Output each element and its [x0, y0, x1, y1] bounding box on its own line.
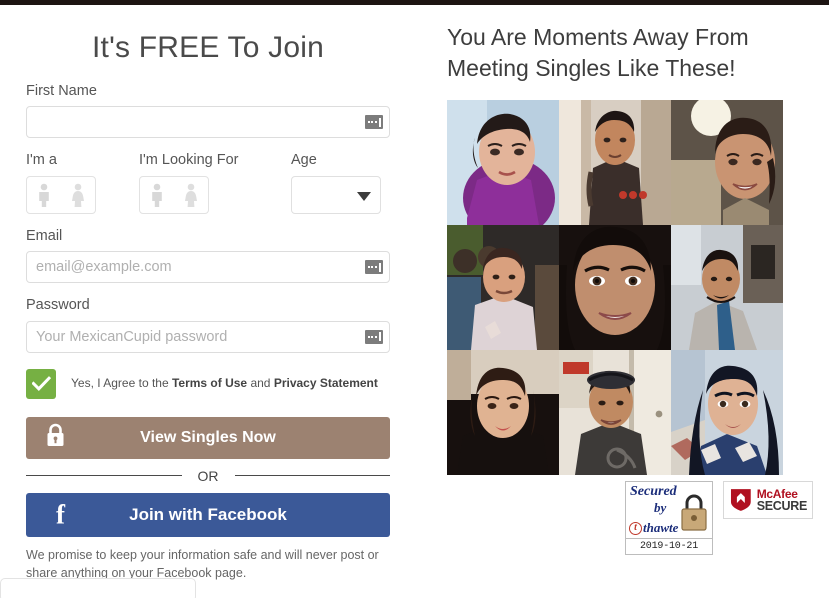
email-group: Email	[26, 227, 390, 284]
first-name-label: First Name	[26, 83, 97, 99]
gender-seeking-group: I'm Looking For	[139, 152, 291, 214]
privacy-promise-text: We promise to keep your information safe…	[26, 547, 379, 580]
agreement-row: Yes, I Agree to the Terms of Use and Pri…	[26, 368, 390, 399]
member-photo-4[interactable]	[447, 225, 559, 351]
male-silhouette-icon	[39, 183, 49, 207]
email-input-wrap	[26, 251, 390, 284]
view-singles-now-label: View Singles Now	[140, 428, 276, 446]
gender-self-group: I'm a	[26, 152, 139, 214]
thawte-by-text: by	[654, 500, 667, 515]
gender-seeking-toggle[interactable]	[139, 175, 209, 214]
first-name-input[interactable]	[26, 106, 390, 139]
agreement-middle: and	[247, 375, 274, 390]
or-divider: OR	[26, 459, 390, 493]
gender-seeking-male-option[interactable]	[140, 177, 174, 213]
member-photo-5[interactable]	[559, 225, 671, 351]
age-label: Age	[291, 152, 317, 169]
female-silhouette-icon	[185, 183, 197, 207]
gender-self-female-option[interactable]	[61, 177, 95, 213]
autofill-icon[interactable]	[365, 115, 383, 130]
gender-seeking-label: I'm Looking For	[139, 152, 239, 169]
age-group: Age	[291, 152, 386, 214]
gender-self-label: I'm a	[26, 152, 57, 169]
gender-self-male-option[interactable]	[27, 177, 61, 213]
age-select-wrap	[291, 175, 381, 214]
bottom-partial-panel	[0, 578, 196, 598]
email-input[interactable]	[26, 251, 390, 284]
thawte-brand-name: thawte	[643, 520, 679, 535]
divider-label: OR	[197, 467, 219, 484]
member-photo-3[interactable]	[671, 100, 783, 226]
thawte-badge-top: Secured by t thawte	[626, 482, 712, 538]
thawte-date: 2019-10-21	[626, 538, 712, 554]
divider-rule-right	[234, 475, 390, 477]
trust-badges: Secured by t thawte 2019-10-21 McAfee SE…	[625, 481, 813, 555]
thawte-brand: t thawte	[629, 520, 678, 536]
member-photo-1[interactable]	[447, 100, 559, 226]
member-photo-grid	[447, 100, 783, 476]
top-dark-strip	[0, 0, 829, 5]
view-singles-now-button[interactable]: View Singles Now	[26, 416, 390, 459]
password-group: Password	[26, 297, 390, 353]
page-title: It's FREE To Join	[92, 31, 324, 64]
mcafee-secure-label: SECURE	[756, 498, 808, 513]
mcafee-shield-icon	[730, 489, 751, 511]
password-label: Password	[26, 297, 90, 314]
terms-of-use-link[interactable]: Terms of Use	[172, 376, 247, 390]
member-photo-2[interactable]	[559, 100, 671, 226]
female-silhouette-icon	[72, 183, 84, 207]
gender-seeking-female-option[interactable]	[174, 177, 208, 213]
signup-form: It's FREE To Join First Name I'm a I'm L…	[26, 12, 390, 582]
member-photo-9[interactable]	[671, 350, 783, 476]
email-label: Email	[26, 227, 63, 244]
password-input[interactable]	[26, 320, 390, 353]
autofill-icon[interactable]	[365, 329, 383, 344]
join-with-facebook-label: Join with Facebook	[129, 504, 287, 524]
first-name-input-wrap	[26, 106, 390, 139]
agreement-text: Yes, I Agree to the Terms of Use and Pri…	[71, 376, 378, 392]
gender-age-row: I'm a I'm Looking For Age	[26, 152, 390, 214]
mcafee-brand-name: McAfee	[756, 486, 798, 501]
mcafee-text: McAfee SECURE	[756, 486, 808, 513]
member-photo-7[interactable]	[447, 350, 559, 476]
divider-rule-left	[26, 475, 182, 477]
thawte-mark-icon: t	[629, 521, 642, 535]
member-photo-6[interactable]	[671, 225, 783, 351]
member-photo-8[interactable]	[559, 350, 671, 476]
gender-self-toggle[interactable]	[26, 175, 96, 214]
password-input-wrap	[26, 320, 390, 353]
male-silhouette-icon	[152, 183, 162, 207]
autofill-icon[interactable]	[365, 260, 383, 275]
agreement-prefix: Yes, I Agree to the	[71, 375, 172, 390]
padlock-icon	[678, 490, 710, 537]
check-icon	[31, 376, 51, 392]
facebook-f-icon: f	[56, 499, 65, 530]
agreement-checkbox[interactable]	[26, 368, 56, 399]
mcafee-secure-badge[interactable]: McAfee SECURE	[723, 481, 813, 519]
age-select[interactable]	[291, 175, 381, 214]
join-with-facebook-button[interactable]: f Join with Facebook	[26, 492, 390, 537]
signup-page: It's FREE To Join First Name I'm a I'm L…	[0, 0, 829, 598]
lock-icon	[45, 423, 66, 453]
privacy-statement-link[interactable]: Privacy Statement	[274, 376, 378, 390]
thawte-badge[interactable]: Secured by t thawte 2019-10-21	[625, 481, 713, 555]
promo-section: You Are Moments Away From Meeting Single…	[447, 22, 787, 476]
first-name-group: First Name	[26, 83, 390, 139]
promo-headline: You Are Moments Away From Meeting Single…	[447, 24, 749, 81]
thawte-secured-text: Secured	[630, 484, 677, 499]
